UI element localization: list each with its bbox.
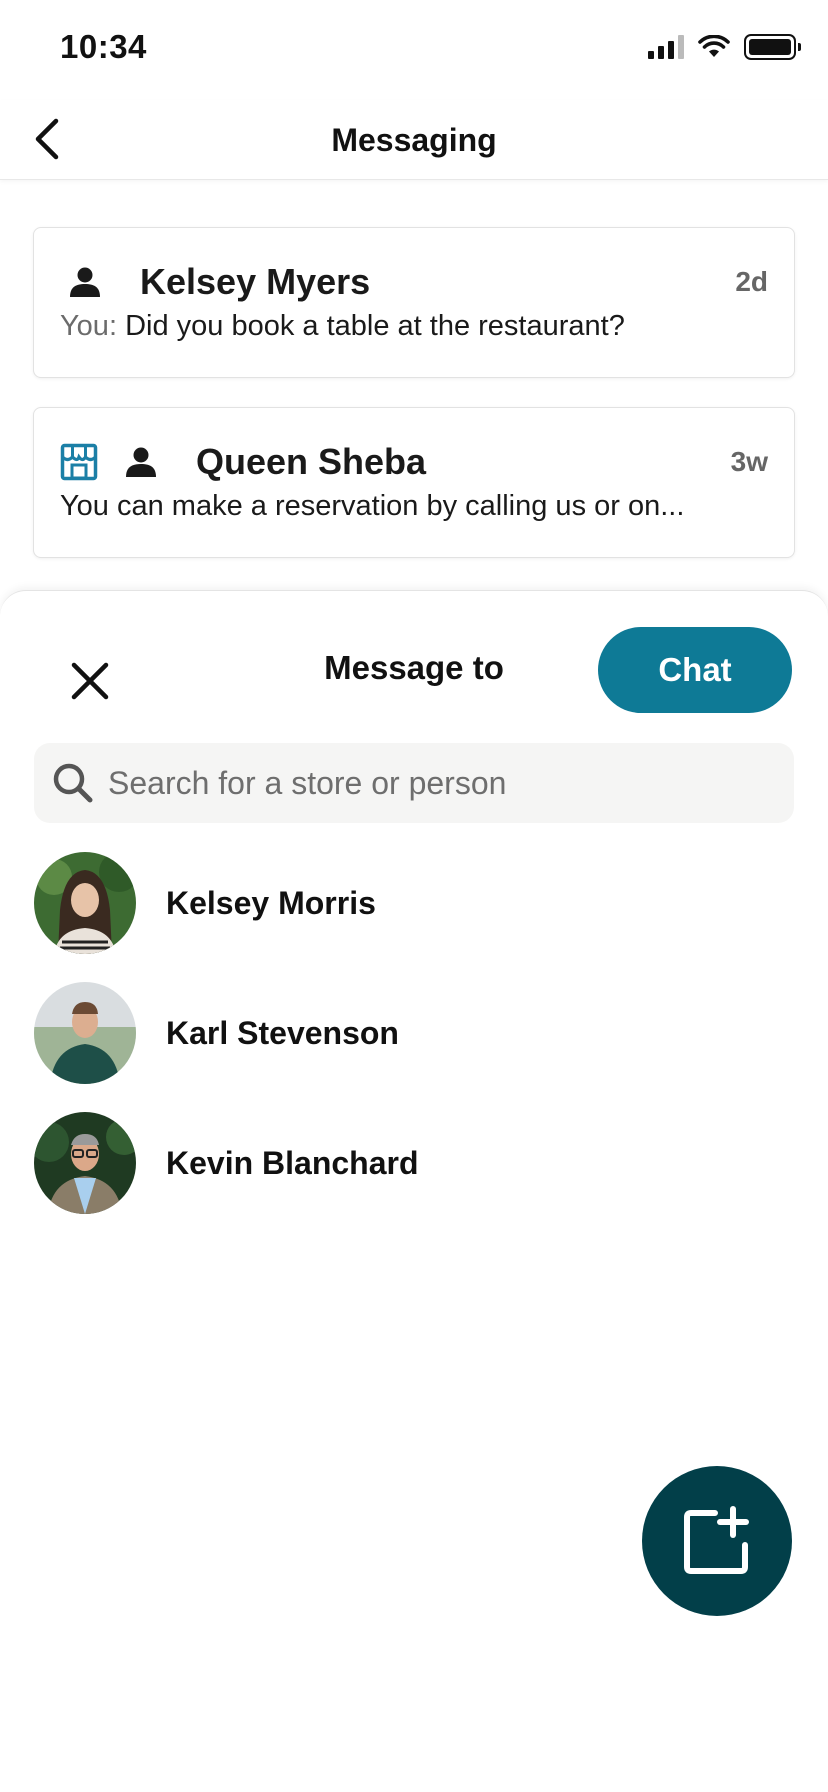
avatar	[34, 852, 136, 954]
cellular-signal-icon	[648, 35, 684, 59]
person-icon	[124, 445, 158, 479]
conversation-item[interactable]: Queen Sheba 3w You can make a reservatio…	[33, 407, 795, 558]
search-box[interactable]	[34, 743, 794, 823]
contact-name: Karl Stevenson	[166, 1014, 399, 1051]
person-icon	[68, 265, 102, 299]
chat-button[interactable]: Chat	[598, 627, 792, 713]
compose-icon	[684, 1506, 749, 1574]
preview-prefix: You:	[60, 310, 117, 342]
conversation-name: Kelsey Myers	[140, 261, 371, 302]
conversation-item[interactable]: Kelsey Myers 2d You: Did you book a tabl…	[33, 227, 795, 378]
contact-name: Kevin Blanchard	[166, 1144, 419, 1181]
battery-icon	[744, 34, 801, 60]
conversation-time: 3w	[730, 446, 768, 477]
preview-text: Did you book a table at the restaurant?	[125, 310, 625, 342]
avatar	[34, 1112, 136, 1214]
conversation-preview: You can make a reservation by calling us…	[60, 490, 754, 523]
preview-text: You can make a reservation by calling us…	[60, 490, 685, 522]
status-time: 10:34	[60, 28, 147, 65]
avatar	[34, 982, 136, 1084]
contact-item[interactable]: Karl Stevenson	[34, 981, 794, 1085]
search-icon	[53, 763, 93, 803]
status-bar: 10:34	[0, 0, 828, 100]
contact-name: Kelsey Morris	[166, 884, 376, 921]
store-icon	[60, 443, 98, 481]
new-message-button[interactable]	[642, 1466, 792, 1616]
app-header: Messaging	[0, 100, 828, 180]
contact-item[interactable]: Kelsey Morris	[34, 851, 794, 955]
contact-item[interactable]: Kevin Blanchard	[34, 1111, 794, 1215]
wifi-icon	[698, 35, 730, 57]
conversation-time: 2d	[735, 266, 768, 297]
conversation-preview: You: Did you book a table at the restaur…	[60, 310, 754, 343]
page-title: Messaging	[331, 122, 497, 158]
status-icons	[648, 34, 801, 60]
conversation-name: Queen Sheba	[196, 441, 427, 482]
search-input[interactable]	[108, 764, 768, 802]
